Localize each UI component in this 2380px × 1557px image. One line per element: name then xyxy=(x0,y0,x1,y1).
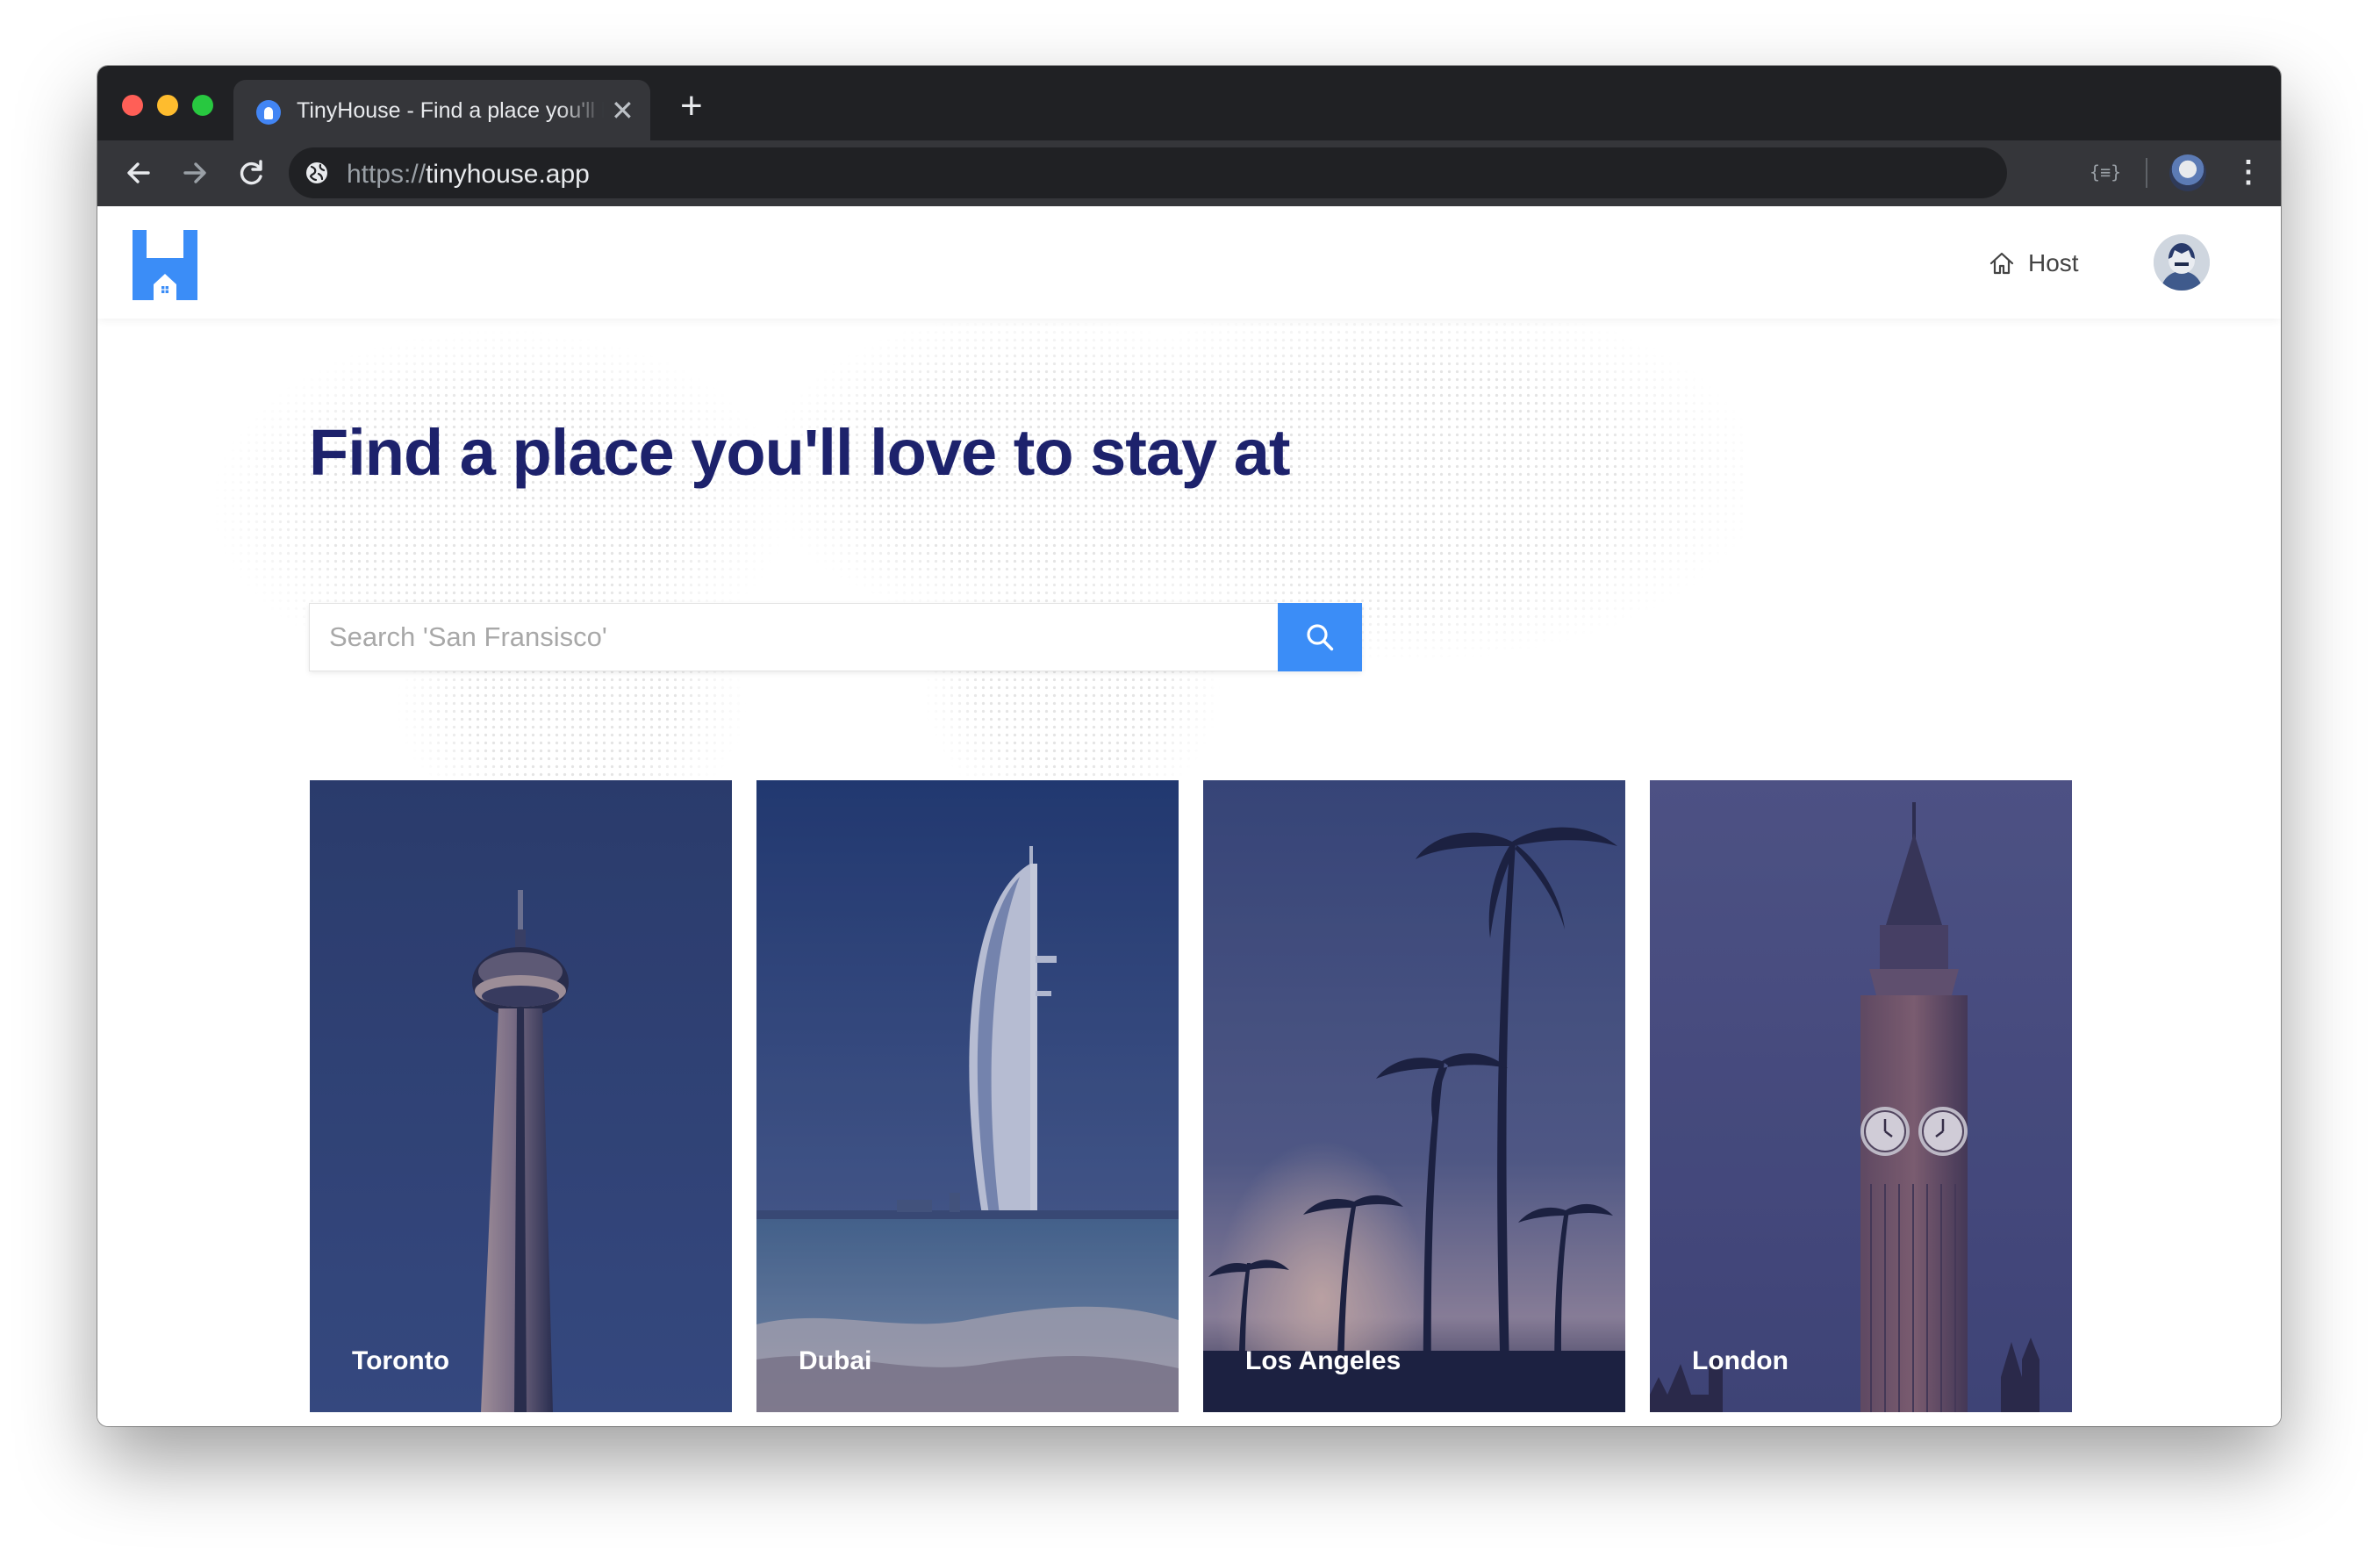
address-bar[interactable]: https://tinyhouse.app xyxy=(289,147,2007,198)
city-label: London xyxy=(1692,1346,1789,1375)
app-header: Host xyxy=(97,206,2281,319)
globe-icon xyxy=(306,162,327,183)
city-label: Toronto xyxy=(352,1346,450,1375)
city-label: Los Angeles xyxy=(1245,1346,1401,1375)
new-tab-button[interactable]: + xyxy=(680,87,703,126)
cn-tower-photo xyxy=(310,780,732,1412)
extension-icon[interactable]: {≡} xyxy=(2090,161,2121,183)
toolbar-divider xyxy=(2146,158,2147,188)
city-card-london[interactable]: London xyxy=(1650,780,2072,1412)
city-card-toronto[interactable]: Toronto xyxy=(310,780,732,1412)
back-arrow-icon[interactable] xyxy=(117,151,161,195)
page-content: Host Find a place you'll love to stay at xyxy=(97,206,2281,1426)
tinyhouse-logo-icon[interactable] xyxy=(133,230,197,300)
browser-toolbar: https://tinyhouse.app {≡} ⋮ xyxy=(97,140,2281,206)
burj-al-arab-photo xyxy=(756,780,1179,1412)
city-card-los-angeles[interactable]: Los Angeles xyxy=(1203,780,1625,1412)
home-icon xyxy=(1989,252,2014,275)
city-label: Dubai xyxy=(799,1346,872,1375)
reload-icon[interactable] xyxy=(229,151,273,195)
minimize-window-button[interactable] xyxy=(157,95,178,116)
user-avatar[interactable] xyxy=(2154,234,2210,291)
search-button[interactable] xyxy=(1278,603,1362,671)
profile-icon[interactable] xyxy=(2169,154,2206,191)
kebab-menu-icon[interactable]: ⋮ xyxy=(2233,153,2263,191)
browser-window: TinyHouse - Find a place you'll love to … xyxy=(97,66,2281,1426)
city-card-dubai[interactable]: Dubai xyxy=(756,780,1179,1412)
search-icon xyxy=(1307,624,1334,651)
tab-tinyhouse[interactable]: TinyHouse - Find a place you'll love to … xyxy=(233,80,650,140)
forward-arrow-icon[interactable] xyxy=(173,151,217,195)
search-input[interactable] xyxy=(309,603,1278,671)
tab-strip: TinyHouse - Find a place you'll love to … xyxy=(97,66,2281,140)
big-ben-photo xyxy=(1650,780,2072,1412)
city-cards: Toronto Dubai Los Angeles London xyxy=(310,780,2074,1412)
world-map-background xyxy=(150,320,1747,812)
maximize-window-button[interactable] xyxy=(192,95,213,116)
url-text: https://tinyhouse.app xyxy=(347,160,590,189)
tab-title: TinyHouse - Find a place you'll love to … xyxy=(297,98,604,123)
host-label: Host xyxy=(2028,249,2079,276)
palm-trees-photo xyxy=(1203,780,1625,1412)
tab-favicon-icon xyxy=(256,100,281,125)
tab-close-icon[interactable]: ✕ xyxy=(611,95,634,126)
host-link[interactable]: Host xyxy=(1988,246,2079,281)
search-bar xyxy=(309,603,1362,671)
page-title: Find a place you'll love to stay at xyxy=(309,416,1291,489)
close-window-button[interactable] xyxy=(122,95,143,116)
